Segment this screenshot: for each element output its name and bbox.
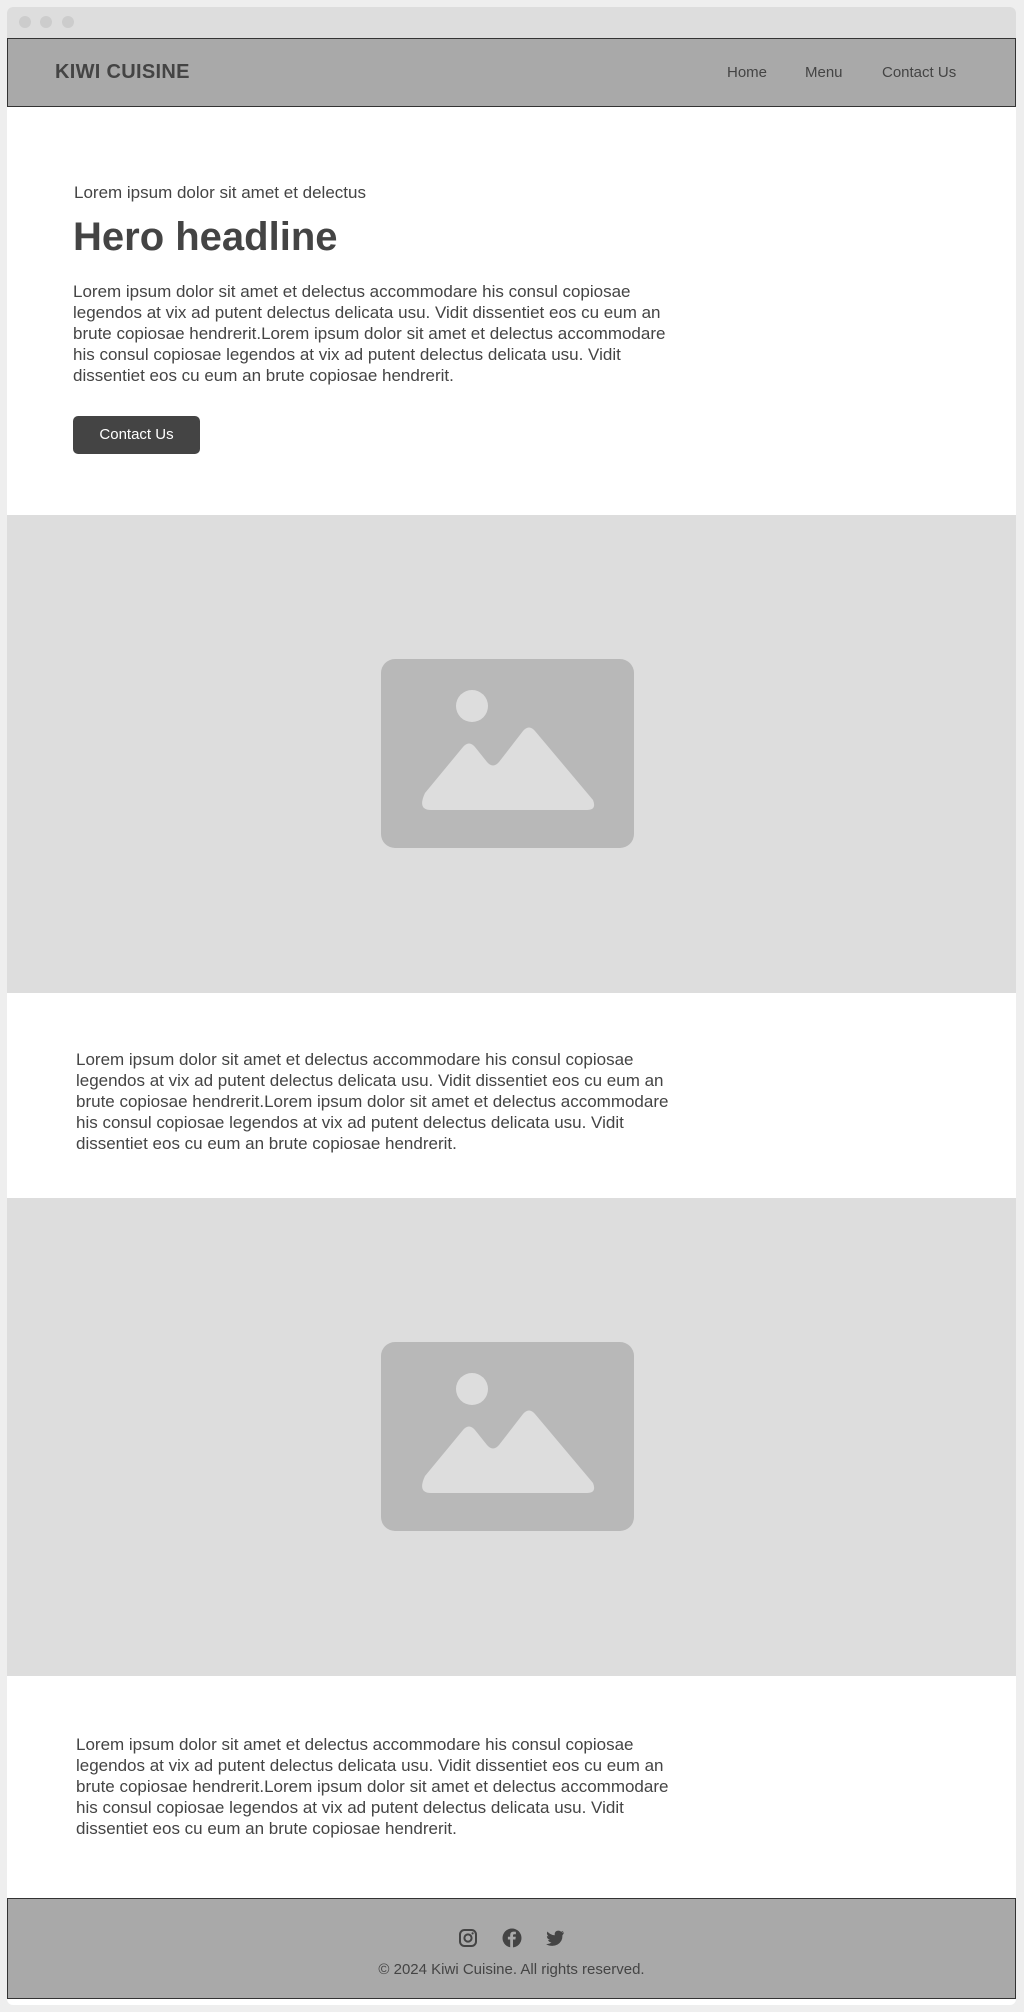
image-section-2	[7, 1198, 1016, 1676]
contact-us-button[interactable]: Contact Us	[73, 416, 200, 454]
facebook-icon[interactable]	[502, 1928, 522, 1948]
hero-headline: Hero headline	[73, 215, 338, 259]
window-maximize-dot[interactable]	[62, 16, 74, 28]
image-placeholder-icon	[381, 659, 634, 848]
site-header: KIWI CUISINE Home Menu Contact Us	[7, 38, 1016, 107]
image-placeholder-icon	[381, 1342, 634, 1531]
copyright-text: © 2024 Kiwi Cuisine. All rights reserved…	[378, 1961, 645, 1978]
hero-eyebrow: Lorem ipsum dolor sit amet et delectus	[74, 183, 366, 202]
window-titlebar	[7, 7, 1016, 38]
text-section-2: Lorem ipsum dolor sit amet et delectus a…	[7, 1676, 1016, 1901]
text-section-1: Lorem ipsum dolor sit amet et delectus a…	[7, 993, 1016, 1198]
nav-link-contact[interactable]: Contact Us	[882, 64, 956, 81]
twitter-icon[interactable]	[545, 1928, 565, 1948]
brand-logo[interactable]: KIWI CUISINE	[55, 61, 190, 84]
hero-section: Lorem ipsum dolor sit amet et delectus H…	[7, 107, 1016, 514]
image-section-1	[7, 515, 1016, 993]
window-minimize-dot[interactable]	[40, 16, 52, 28]
hero-body: Lorem ipsum dolor sit amet et delectus a…	[73, 282, 666, 385]
instagram-icon[interactable]	[458, 1928, 478, 1948]
section-2-body: Lorem ipsum dolor sit amet et delectus a…	[76, 1735, 669, 1838]
window-close-dot[interactable]	[19, 16, 31, 28]
site-footer: © 2024 Kiwi Cuisine. All rights reserved…	[7, 1898, 1016, 1999]
nav-link-menu[interactable]: Menu	[805, 64, 843, 81]
browser-window: KIWI CUISINE Home Menu Contact Us Lorem …	[7, 7, 1016, 2005]
nav-link-home[interactable]: Home	[727, 64, 767, 81]
section-1-body: Lorem ipsum dolor sit amet et delectus a…	[76, 1050, 669, 1153]
